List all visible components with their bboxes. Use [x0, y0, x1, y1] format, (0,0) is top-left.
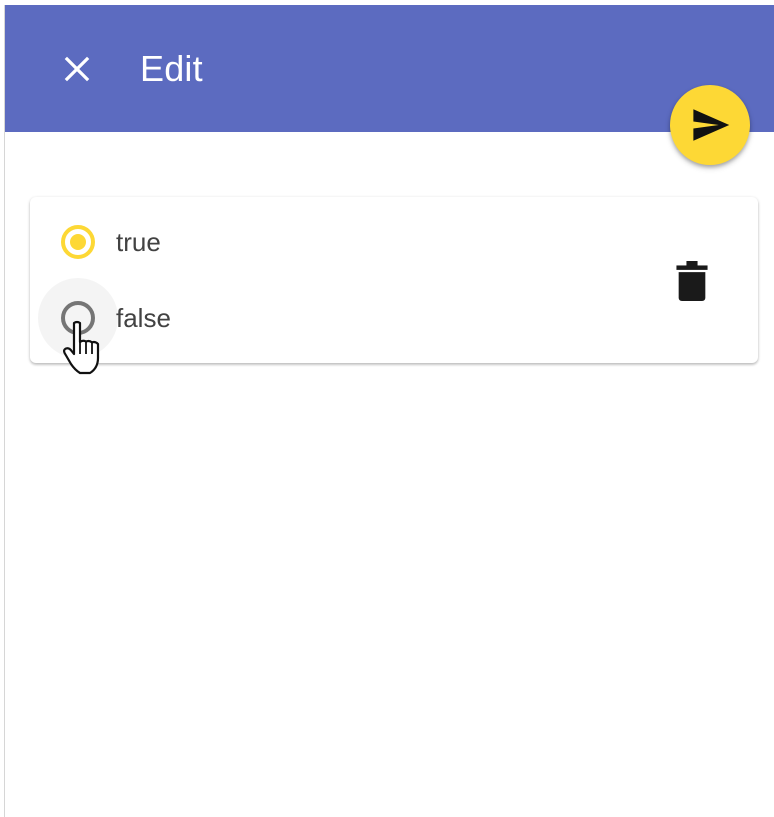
delete-button[interactable]	[664, 253, 720, 309]
radio-option-false[interactable]: false	[38, 278, 171, 358]
radio-label-false: false	[116, 302, 171, 333]
page-title: Edit	[140, 48, 203, 89]
close-button[interactable]	[51, 43, 103, 95]
send-button[interactable]	[670, 85, 750, 165]
radio-label-true: true	[116, 226, 161, 257]
close-icon	[64, 56, 90, 82]
option-card: true false	[30, 197, 758, 363]
radio-false[interactable]	[38, 278, 118, 358]
trash-icon	[676, 261, 708, 301]
radio-true[interactable]	[50, 214, 106, 270]
app-bar: Edit	[5, 5, 774, 132]
edit-panel: Edit true false	[4, 5, 774, 817]
send-icon	[693, 109, 730, 141]
radio-checked-icon	[61, 225, 95, 259]
radio-option-true[interactable]: true	[50, 214, 161, 270]
radio-unchecked-icon	[61, 301, 95, 335]
